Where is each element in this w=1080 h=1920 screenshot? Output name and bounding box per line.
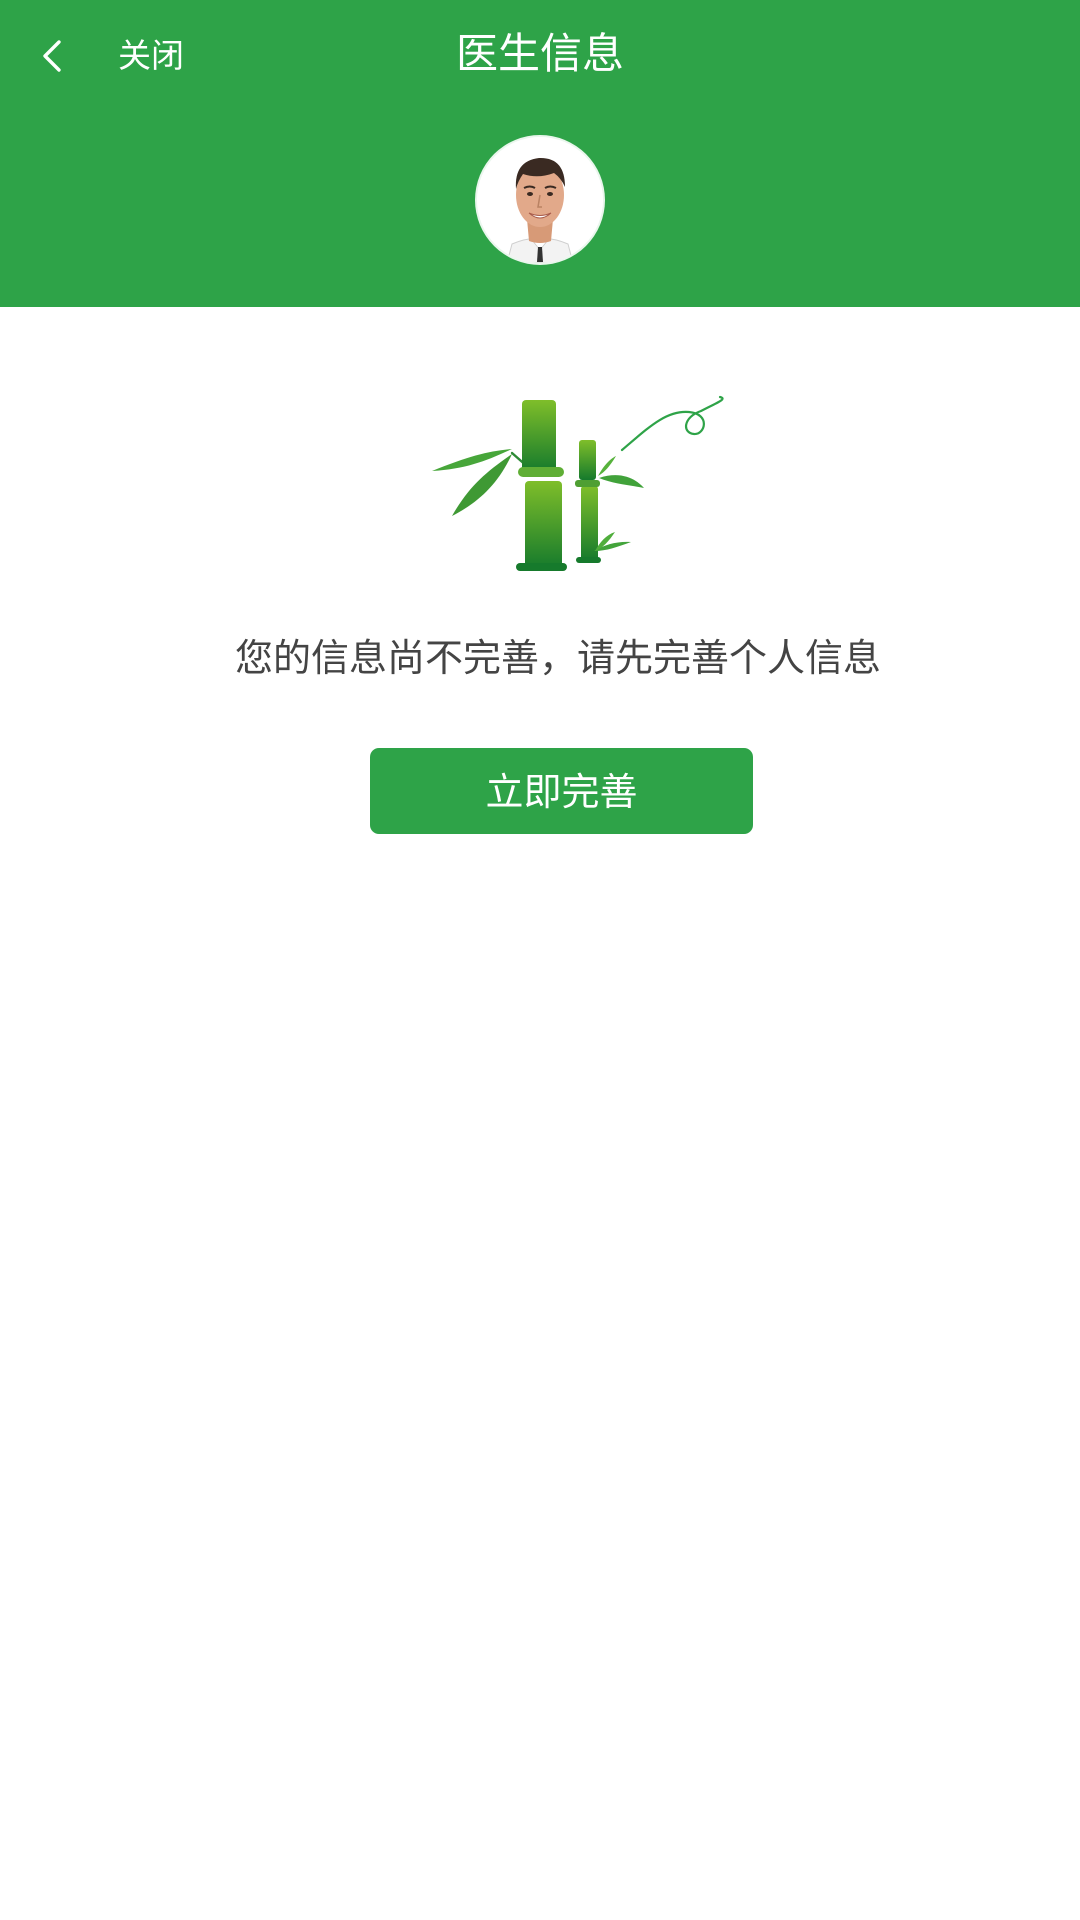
complete-info-button[interactable]: 立即完善 — [370, 748, 753, 834]
chevron-left-icon[interactable] — [34, 36, 74, 76]
incomplete-info-notice: 您的信息尚不完善，请先完善个人信息 — [234, 636, 881, 680]
back-close-button[interactable]: 关闭 — [34, 18, 234, 94]
header-bar: 关闭 医生信息 — [0, 0, 1080, 307]
close-label[interactable]: 关闭 — [118, 34, 184, 78]
bamboo-illustration — [424, 376, 724, 590]
page-title: 医生信息 — [455, 29, 624, 78]
doctor-avatar — [477, 137, 603, 263]
doctor-info-page: 关闭 医生信息 您的信息尚不完善，请先完善个人信息 立即完善 — [0, 0, 1080, 1920]
